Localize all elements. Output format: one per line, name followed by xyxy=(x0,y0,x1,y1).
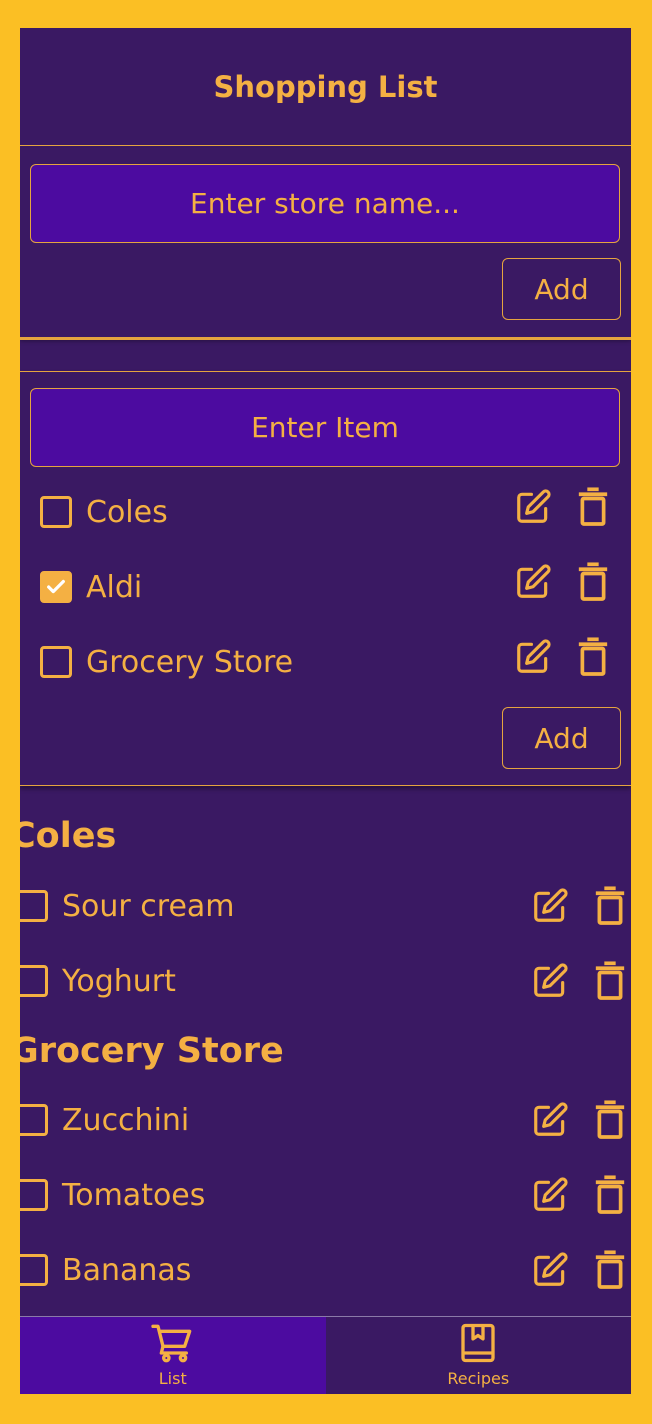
checkbox[interactable] xyxy=(20,1104,48,1136)
item-label: Bananas xyxy=(62,1252,192,1288)
app-screen: Shopping List Enter store name... Add En… xyxy=(20,28,631,1394)
add-store-button[interactable]: Add xyxy=(502,258,621,320)
trash-icon[interactable] xyxy=(590,1249,630,1291)
add-item-button[interactable]: Add xyxy=(502,707,621,769)
item-label: Tomatoes xyxy=(62,1177,206,1213)
list-item[interactable]: Yoghurt xyxy=(20,951,176,1011)
store-option[interactable]: Coles xyxy=(40,482,168,542)
store-option[interactable]: Grocery Store xyxy=(40,632,293,692)
checkbox[interactable] xyxy=(20,1179,48,1211)
edit-icon[interactable] xyxy=(513,561,553,603)
checkbox[interactable] xyxy=(40,496,72,528)
edit-icon[interactable] xyxy=(530,1174,570,1216)
item-form: Enter Item Coles Aldi Grocery Store Add xyxy=(20,371,631,786)
store-option-label: Aldi xyxy=(86,569,143,605)
store-option-label: Grocery Store xyxy=(86,644,294,680)
device-frame: Shopping List Enter store name... Add En… xyxy=(0,0,652,1424)
store-form: Enter store name... Add xyxy=(20,148,631,338)
store-name-input[interactable]: Enter store name... xyxy=(30,164,620,243)
tab-list-label: List xyxy=(158,1369,187,1388)
tab-recipes[interactable]: Recipes xyxy=(326,1317,632,1394)
tab-list[interactable]: List xyxy=(20,1317,326,1394)
header-bar: Shopping List xyxy=(20,28,631,146)
book-icon xyxy=(459,1323,497,1367)
trash-icon[interactable] xyxy=(573,636,613,678)
divider xyxy=(20,338,631,340)
trash-icon[interactable] xyxy=(590,1174,630,1216)
store-option-label: Coles xyxy=(86,494,168,530)
item-label: Yoghurt xyxy=(62,963,176,999)
checkbox[interactable] xyxy=(40,646,72,678)
checkbox[interactable] xyxy=(20,965,48,997)
checkbox[interactable] xyxy=(20,1254,48,1286)
checkbox[interactable] xyxy=(20,890,48,922)
trash-icon[interactable] xyxy=(590,1099,630,1141)
edit-icon[interactable] xyxy=(530,885,570,927)
cart-icon xyxy=(151,1323,195,1367)
item-input[interactable]: Enter Item xyxy=(30,388,620,467)
edit-icon[interactable] xyxy=(513,486,553,528)
bottom-nav: List Recipes xyxy=(20,1316,631,1394)
trash-icon[interactable] xyxy=(573,561,613,603)
page-title: Shopping List xyxy=(213,69,438,104)
list-item[interactable]: Sour cream xyxy=(20,876,235,936)
group-title: Coles xyxy=(20,816,117,856)
store-option[interactable]: Aldi xyxy=(40,557,142,617)
edit-icon[interactable] xyxy=(513,636,553,678)
checkbox-checked[interactable] xyxy=(40,571,72,603)
tab-recipes-label: Recipes xyxy=(447,1369,510,1388)
edit-icon[interactable] xyxy=(530,960,570,1002)
edit-icon[interactable] xyxy=(530,1249,570,1291)
item-label: Sour cream xyxy=(62,888,235,924)
edit-icon[interactable] xyxy=(530,1099,570,1141)
trash-icon[interactable] xyxy=(590,960,630,1002)
list-item[interactable]: Tomatoes xyxy=(20,1165,205,1225)
group-title: Grocery Store xyxy=(20,1031,284,1071)
list-item[interactable]: Bananas xyxy=(20,1240,191,1300)
list-item[interactable]: Zucchini xyxy=(20,1090,189,1150)
item-label: Zucchini xyxy=(62,1102,190,1138)
trash-icon[interactable] xyxy=(590,885,630,927)
trash-icon[interactable] xyxy=(573,486,613,528)
